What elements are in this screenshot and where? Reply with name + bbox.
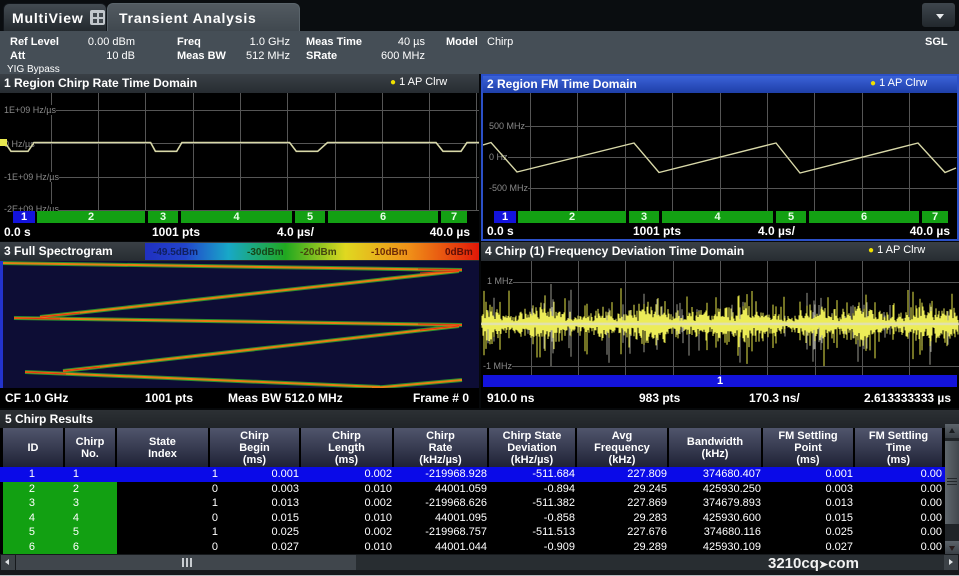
svg-text:-30dBm: -30dBm: [247, 247, 284, 258]
svg-text:-10dBm: -10dBm: [371, 247, 408, 258]
svg-text:0dBm: 0dBm: [445, 247, 473, 258]
svg-text:-20dBm: -20dBm: [300, 247, 337, 258]
svg-text:-49.5dBm: -49.5dBm: [153, 247, 198, 258]
